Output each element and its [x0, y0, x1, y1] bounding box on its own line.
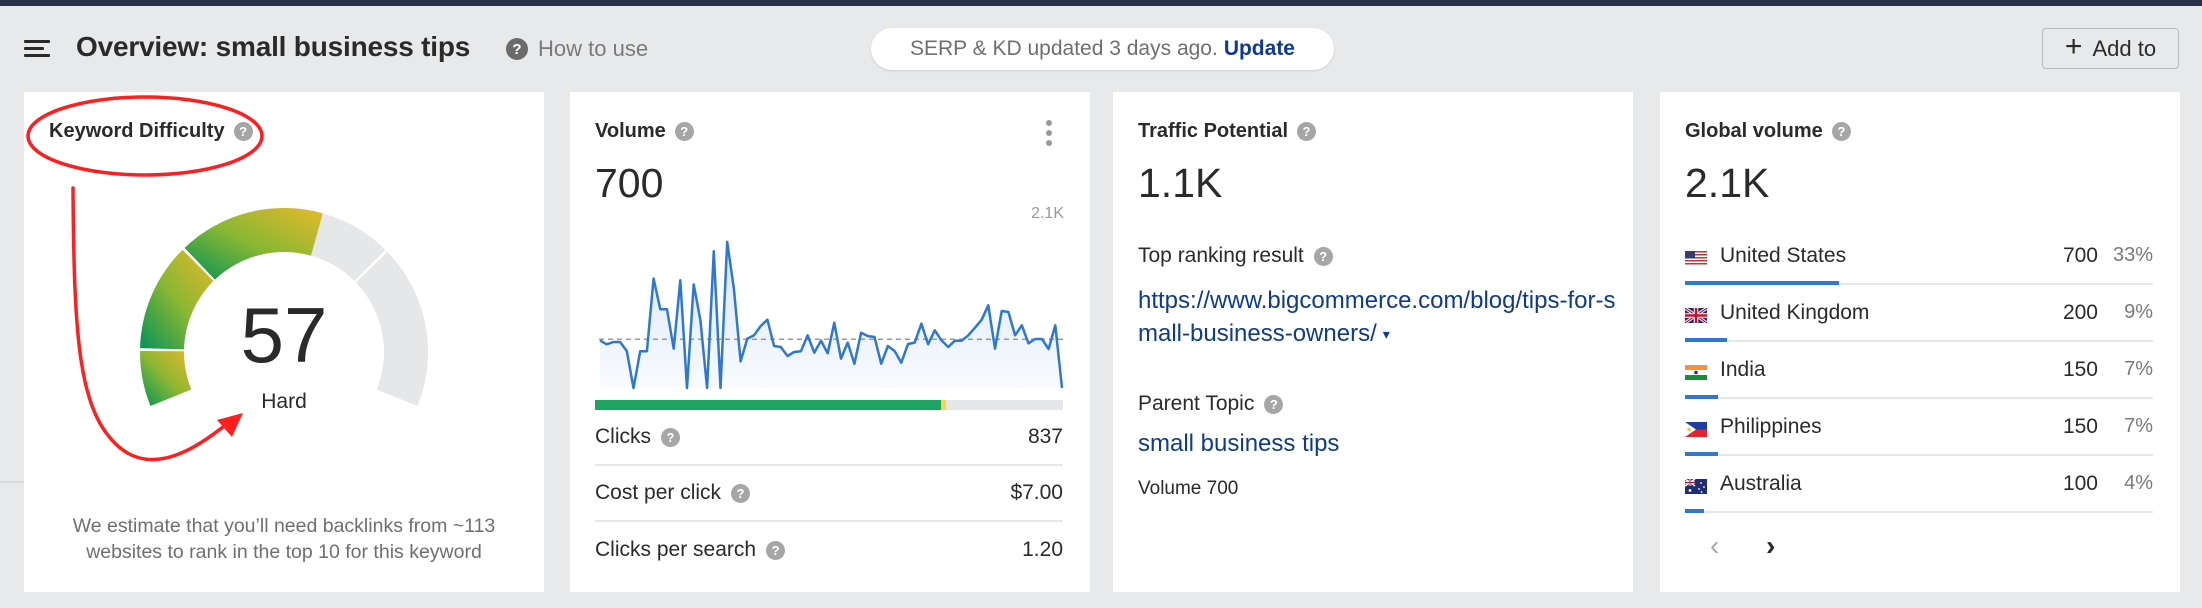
- menu-icon[interactable]: [24, 40, 50, 58]
- country-volume: 200: [2062, 301, 2098, 324]
- page-title: Overview: small business tips: [76, 31, 471, 62]
- next-page-icon[interactable]: ›: [1766, 532, 1775, 560]
- parent-topic-heading: Parent Topic ?: [1138, 392, 1284, 416]
- top-result-link[interactable]: https://www.bigcommerce.com/blog/tips-fo…: [1138, 284, 1618, 351]
- parent-topic-link[interactable]: small business tips: [1138, 430, 1339, 458]
- stat-value: 1.20: [1022, 538, 1063, 561]
- clicks-split-bar: [595, 400, 1063, 410]
- stat-label: Cost per click: [595, 481, 722, 504]
- traffic-value: 1.1K: [1138, 160, 1223, 206]
- keyword-difficulty-card: Keyword Difficulty ? 57 Hard We estimate…: [24, 92, 544, 592]
- traffic-heading: Traffic Potential ?: [1138, 120, 1317, 143]
- serp-status-text: SERP & KD updated 3 days ago.: [910, 37, 1218, 60]
- country-name: India: [1720, 358, 1766, 381]
- stat-label: Clicks: [595, 425, 651, 448]
- volume-trend-chart: [599, 240, 1063, 390]
- kd-rating-label: Hard: [261, 390, 307, 413]
- kd-score: 57: [240, 291, 328, 379]
- top-result-url[interactable]: https://www.bigcommerce.com/blog/tips-fo…: [1138, 287, 1615, 347]
- volume-card: Volume ? 700 2.1K Clicks? 837 Cost per c…: [570, 92, 1090, 592]
- help-icon[interactable]: ?: [233, 122, 253, 141]
- kd-heading: Keyword Difficulty ?: [49, 120, 253, 143]
- serp-status-banner: SERP & KD updated 3 days ago. Update: [871, 28, 1334, 70]
- help-icon: ?: [506, 38, 528, 60]
- country-row[interactable]: Australia 100 4%: [1685, 456, 2153, 513]
- country-percent: 9%: [2124, 301, 2153, 323]
- uk-flag-icon: [1685, 308, 1707, 323]
- help-icon[interactable]: ?: [661, 427, 680, 447]
- parent-topic-label: Parent Topic: [1138, 392, 1255, 415]
- australia-flag-icon: [1685, 479, 1707, 494]
- kd-description: We estimate that you’ll need backlinks f…: [72, 515, 496, 563]
- global-value: 2.1K: [1685, 160, 1770, 206]
- dropdown-caret-icon[interactable]: ▾: [1383, 326, 1390, 342]
- update-link[interactable]: Update: [1224, 37, 1295, 61]
- stat-value: $7.00: [1010, 481, 1063, 504]
- global-title: Global volume: [1685, 120, 1823, 142]
- top-result-label: Top ranking result: [1138, 244, 1304, 267]
- stat-row-cps: Clicks per search? 1.20: [595, 522, 1063, 578]
- country-percent: 7%: [2124, 415, 2153, 437]
- help-icon[interactable]: ?: [766, 540, 786, 560]
- previous-page-icon[interactable]: ‹: [1710, 532, 1719, 560]
- country-percent: 33%: [2112, 244, 2153, 266]
- country-name: Australia: [1720, 472, 1802, 495]
- share-bar: [1685, 509, 1704, 513]
- volume-area: [600, 241, 1062, 388]
- country-percent: 4%: [2124, 472, 2153, 494]
- help-icon[interactable]: ?: [1313, 246, 1333, 266]
- global-volume-card: Global volume ? 2.1K United States 700 3…: [1660, 92, 2180, 592]
- global-heading: Global volume ?: [1685, 120, 1851, 143]
- stat-value: 837: [1027, 425, 1063, 448]
- kd-title: Keyword Difficulty: [49, 120, 225, 142]
- top-nav-bar: [0, 0, 2202, 6]
- volume-heading: Volume ?: [595, 120, 694, 143]
- stat-row-cpc: Cost per click? $7.00: [595, 466, 1063, 522]
- help-icon[interactable]: ?: [674, 122, 694, 141]
- volume-value: 700: [595, 160, 664, 206]
- parent-topic-volume: Volume 700: [1138, 478, 1239, 499]
- philippines-flag-icon: [1685, 422, 1707, 437]
- more-options-icon[interactable]: [1044, 120, 1054, 146]
- help-icon[interactable]: ?: [1264, 394, 1284, 414]
- country-volume: 150: [2062, 415, 2098, 438]
- organic-clicks-segment: [595, 400, 941, 410]
- country-row[interactable]: India 150 7%: [1685, 342, 2153, 399]
- country-row[interactable]: United Kingdom 200 9%: [1685, 285, 2153, 342]
- gauge-filled-segment: [184, 208, 323, 280]
- country-name: Philippines: [1720, 415, 1822, 438]
- country-volume: 100: [2062, 472, 2098, 495]
- traffic-potential-card: Traffic Potential ? 1.1K Top ranking res…: [1113, 92, 1633, 592]
- stat-label: Clicks per search: [595, 538, 757, 561]
- country-name: United Kingdom: [1720, 301, 1870, 324]
- traffic-title: Traffic Potential: [1138, 120, 1289, 142]
- background-divider: [0, 481, 24, 483]
- how-to-use-link[interactable]: ? How to use: [506, 36, 648, 62]
- paid-clicks-segment: [940, 400, 946, 410]
- country-row[interactable]: Philippines 150 7%: [1685, 399, 2153, 456]
- top-result-heading: Top ranking result ?: [1138, 244, 1333, 268]
- stat-row-clicks: Clicks? 837: [595, 410, 1063, 466]
- how-to-use-label: How to use: [538, 36, 649, 61]
- country-volume: 700: [2062, 244, 2098, 267]
- help-icon[interactable]: ?: [1831, 122, 1851, 141]
- country-volume: 150: [2062, 358, 2098, 381]
- india-flag-icon: [1685, 365, 1707, 380]
- volume-title: Volume: [595, 120, 666, 142]
- plus-icon: +: [2064, 30, 2083, 63]
- country-percent: 7%: [2124, 358, 2153, 380]
- country-row[interactable]: United States 700 33%: [1685, 228, 2153, 285]
- share-track: [1685, 511, 2153, 513]
- us-flag-icon: [1685, 251, 1707, 266]
- add-to-label: Add to: [2092, 35, 2157, 61]
- help-icon[interactable]: ?: [731, 483, 751, 503]
- country-name: United States: [1720, 244, 1847, 267]
- add-to-button[interactable]: + Add to: [2042, 28, 2179, 69]
- help-icon[interactable]: ?: [1297, 122, 1317, 141]
